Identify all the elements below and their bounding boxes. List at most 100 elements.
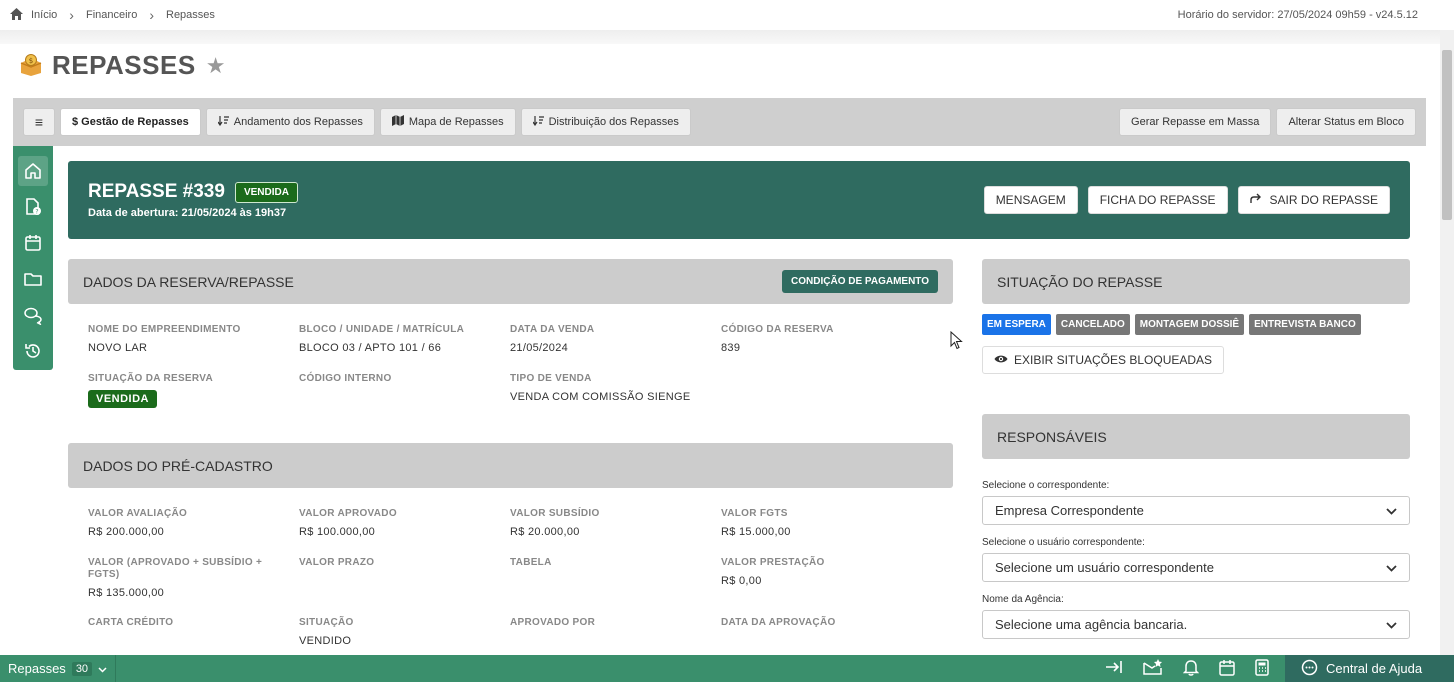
tab-andamento-repasses[interactable]: Andamento dos Repasses [205, 108, 375, 136]
correspondente-label: Selecione o correspondente: [982, 480, 1110, 491]
svg-text:?: ? [35, 209, 38, 216]
sort-icon [532, 115, 544, 129]
section-title: SITUAÇÃO DO REPASSE [997, 273, 1163, 290]
field-valor-prestacao: VALOR PRESTAÇÃO R$ 0,00 [721, 557, 911, 587]
history-nav-button[interactable] [18, 336, 48, 366]
status-chip-montagem-dossie[interactable]: MONTAGEM DOSSIÊ [1134, 314, 1245, 335]
field-value: VENDIDO [299, 635, 352, 647]
repasse-title: REPASSE #339 [88, 181, 225, 202]
calculator-icon[interactable] [1255, 658, 1269, 679]
field-empreendimento: NOME DO EMPREENDIMENTO NOVO LAR [88, 324, 278, 354]
chat-icon [24, 307, 42, 325]
tab-label: $ Gestão de Repasses [72, 116, 189, 128]
scrollbar-thumb[interactable] [1442, 50, 1452, 220]
agencia-label: Nome da Agência: [982, 594, 1064, 605]
status-chip-em-espera[interactable]: EM ESPERA [982, 314, 1051, 335]
breadcrumb-home[interactable]: Início [31, 9, 57, 21]
chat-nav-button[interactable] [18, 300, 48, 330]
chevron-down-icon [98, 661, 107, 676]
field-carta-credito: CARTA CRÉDITO [88, 617, 278, 635]
field-value: R$ 135.000,00 [88, 587, 165, 599]
bottom-bar: Repasses 30 Central de Ajuda [0, 655, 1454, 682]
correspondente-select[interactable]: Empresa Correspondente [982, 496, 1410, 525]
field-bloco-unidade: BLOCO / UNIDADE / MATRÍCULA BLOCO 03 / A… [299, 324, 489, 354]
precadastro-section-header: DADOS DO PRÉ-CADASTRO [68, 443, 953, 488]
chevron-down-icon [1386, 560, 1397, 575]
field-value: NOVO LAR [88, 342, 148, 354]
field-value: VENDA COM COMISSÃO SIENGE [510, 391, 691, 403]
field-label: DATA DA VENDA [510, 324, 595, 335]
calendar-nav-button[interactable] [18, 228, 48, 258]
message-button[interactable]: MENSAGEM [983, 186, 1078, 214]
payment-condition-button[interactable]: CONDIÇÃO DE PAGAMENTO [782, 270, 938, 293]
collapse-arrow-icon[interactable] [1105, 660, 1123, 677]
field-label: CARTA CRÉDITO [88, 617, 174, 628]
field-label: VALOR FGTS [721, 508, 788, 519]
folder-nav-button[interactable] [18, 264, 48, 294]
side-nav: ? [13, 146, 53, 370]
usuario-select[interactable]: Selecione um usuário correspondente [982, 553, 1410, 582]
show-blocked-button[interactable]: EXIBIR SITUAÇÕES BLOQUEADAS [982, 346, 1225, 374]
map-icon [391, 115, 404, 129]
field-valor-aprovado: VALOR APROVADO R$ 100.000,00 [299, 508, 489, 538]
star-icon[interactable]: ★ [206, 53, 226, 79]
home-icon [25, 163, 41, 179]
tab-mapa-repasses[interactable]: Mapa de Repasses [379, 108, 516, 136]
field-valor-prazo: VALOR PRAZO [299, 557, 489, 575]
menu-toggle-button[interactable]: ≡ [23, 108, 55, 136]
section-title: DADOS DA RESERVA/REPASSE [83, 273, 294, 290]
field-label: VALOR APROVADO [299, 508, 397, 519]
help-center-button[interactable]: Central de Ajuda [1285, 655, 1454, 682]
status-chip-entrevista-banco[interactable]: ENTREVISTA BANCO [1249, 314, 1361, 335]
select-value: Selecione um usuário correspondente [995, 560, 1214, 575]
breadcrumb-financeiro[interactable]: Financeiro [86, 9, 137, 21]
field-label: TIPO DE VENDA [510, 373, 592, 384]
chevron-down-icon [1386, 503, 1397, 518]
home-icon[interactable] [10, 7, 23, 23]
page-title-row: $ REPASSES ★ [18, 50, 225, 81]
document-nav-button[interactable]: ? [18, 192, 48, 222]
mail-star-icon[interactable] [1143, 659, 1163, 678]
status-chip-cancelado[interactable]: CANCELADO [1055, 314, 1130, 335]
field-valor-avaliacao: VALOR AVALIAÇÃO R$ 200.000,00 [88, 508, 278, 538]
field-label: CÓDIGO INTERNO [299, 373, 392, 384]
mass-repasse-button[interactable]: Gerar Repasse em Massa [1119, 108, 1272, 136]
status-chips: EM ESPERA CANCELADO MONTAGEM DOSSIÊ ENTR… [982, 314, 1361, 335]
repasses-counter[interactable]: Repasses 30 [0, 655, 116, 682]
svg-text:$: $ [29, 57, 33, 65]
field-value: 21/05/2024 [510, 342, 569, 354]
document-icon: ? [26, 198, 41, 216]
tab-label: Distribuição dos Repasses [548, 116, 679, 128]
tab-gestao-repasses[interactable]: $ Gestão de Repasses [60, 108, 201, 136]
tab-distribuicao-repasses[interactable]: Distribuição dos Repasses [520, 108, 691, 136]
field-label: VALOR PRESTAÇÃO [721, 557, 825, 568]
responsaveis-section-header: RESPONSÁVEIS [982, 414, 1410, 459]
agencia-select[interactable]: Selecione uma agência bancaria. [982, 610, 1410, 639]
exit-label: SAIR DO REPASSE [1269, 193, 1378, 207]
hamburger-icon: ≡ [34, 114, 44, 130]
status-badge: VENDIDA [88, 390, 158, 408]
bulk-status-button[interactable]: Alterar Status em Bloco [1276, 108, 1416, 136]
field-codigo-interno: CÓDIGO INTERNO [299, 373, 489, 391]
field-value: 839 [721, 342, 741, 354]
field-valor-total: VALOR (APROVADO + SUBSÍDIO + FGTS) R$ 13… [88, 557, 278, 599]
eye-icon [994, 353, 1008, 367]
mouse-cursor-icon [950, 330, 963, 353]
field-value: R$ 100.000,00 [299, 526, 376, 538]
calendar-icon[interactable] [1219, 659, 1235, 679]
field-label: DATA DA APROVAÇÃO [721, 617, 836, 628]
situacao-section-header: SITUAÇÃO DO REPASSE [982, 259, 1410, 304]
calendar-icon [25, 235, 41, 251]
section-title: RESPONSÁVEIS [997, 428, 1107, 445]
section-title: DADOS DO PRÉ-CADASTRO [83, 457, 273, 474]
field-value: BLOCO 03 / APTO 101 / 66 [299, 342, 442, 354]
home-nav-button[interactable] [18, 156, 48, 186]
reserva-section-header: DADOS DA RESERVA/REPASSE CONDIÇÃO DE PAG… [68, 259, 953, 304]
repasse-sheet-button[interactable]: FICHA DO REPASSE [1087, 186, 1228, 214]
bell-icon[interactable] [1182, 659, 1200, 679]
field-tabela: TABELA [510, 557, 700, 575]
field-label: VALOR (APROVADO + SUBSÍDIO + FGTS) [88, 557, 263, 580]
folder-icon [24, 273, 42, 286]
field-valor-fgts: VALOR FGTS R$ 15.000,00 [721, 508, 911, 538]
exit-repasse-button[interactable]: SAIR DO REPASSE [1237, 186, 1390, 214]
